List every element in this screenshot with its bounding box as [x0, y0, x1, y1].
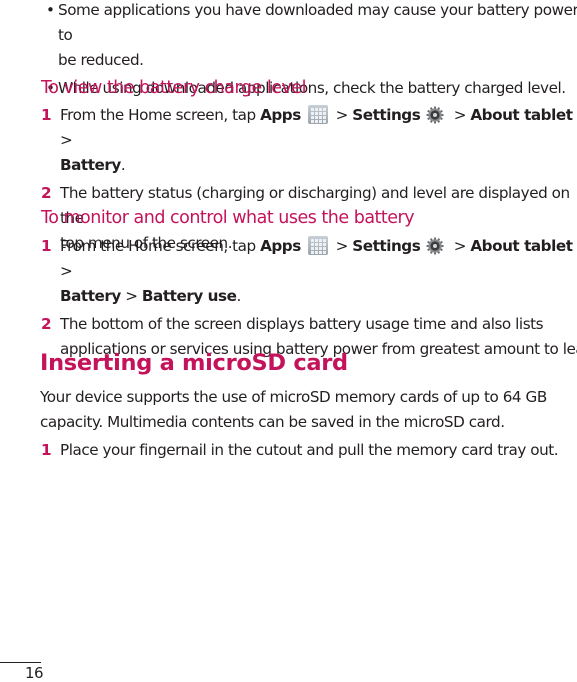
grid-dot [311, 107, 315, 111]
step-text: From the Home screen, tap Apps > Setting… [60, 236, 573, 280]
settings-gear-icon [426, 106, 444, 124]
apps-grid-icon [308, 236, 329, 255]
step-text: Battery. [60, 156, 126, 174]
step-number: 1 [41, 106, 52, 124]
grid-dot [323, 250, 327, 254]
apps-grid-icon [308, 105, 329, 124]
battery-label: Battery [60, 287, 121, 305]
gear-svg [426, 237, 444, 255]
subheading-view-battery: To view the battery charge level [41, 78, 306, 98]
grid-dot [319, 107, 323, 111]
page-number: 16 [25, 664, 44, 682]
grid-dot [319, 246, 323, 250]
grid-dot [311, 115, 315, 119]
grid-dot [315, 242, 319, 246]
gear-svg [426, 106, 444, 124]
battery-label: Battery [60, 156, 121, 174]
grid-dot [323, 119, 327, 123]
step-number: 1 [41, 237, 52, 255]
grid-dot [311, 119, 315, 123]
grid-dot [311, 111, 315, 115]
grid-dot [319, 115, 323, 119]
grid-dot [315, 238, 319, 242]
step-text: Place your fingernail in the cutout and … [60, 441, 559, 459]
grid-dot [323, 242, 327, 246]
step-text: From the Home screen, tap Apps > Setting… [60, 105, 573, 149]
grid-dot [315, 111, 319, 115]
grid-dot [323, 115, 327, 119]
steps-microsd: 1 Place your fingernail in the cutout an… [41, 438, 577, 466]
settings-label: Settings [352, 106, 421, 124]
footer-divider [0, 662, 41, 663]
steps-monitor-battery: 1 From the Home screen, tap Apps > Setti… [41, 234, 577, 365]
step-item: 1 From the Home screen, tap Apps > Setti… [41, 103, 577, 178]
step-number: 1 [41, 441, 52, 459]
grid-dot [311, 238, 315, 242]
grid-dot [315, 119, 319, 123]
grid-dot [319, 111, 323, 115]
grid-dot [323, 107, 327, 111]
grid-dot [311, 242, 315, 246]
heading-microsd: Inserting a microSD card [40, 350, 348, 376]
grid-dot [323, 238, 327, 242]
grid-dot [323, 111, 327, 115]
about-tablet-label: About tablet [470, 237, 573, 255]
apps-label: Apps [260, 237, 301, 255]
step-number: 2 [41, 315, 52, 333]
grid-dot [319, 242, 323, 246]
grid-dot [315, 107, 319, 111]
bullet-dot: • [46, 1, 55, 19]
grid-dot [315, 250, 319, 254]
step-number: 2 [41, 184, 52, 202]
manual-page: • Some applications you have downloaded … [0, 0, 577, 682]
grid-dot [315, 246, 319, 250]
bullet-text: be reduced. [58, 51, 144, 69]
grid-dot [319, 250, 323, 254]
bullet-item: • Some applications you have downloaded … [44, 0, 577, 73]
apps-label: Apps [260, 106, 301, 124]
step-text: Battery > Battery use. [60, 287, 241, 305]
grid-dot [319, 119, 323, 123]
grid-dot [315, 115, 319, 119]
battery-use-label: Battery use [141, 287, 237, 305]
about-tablet-label: About tablet [470, 106, 573, 124]
grid-dot [311, 246, 315, 250]
grid-dot [323, 246, 327, 250]
microsd-paragraph: Your device supports the use of microSD … [40, 388, 547, 431]
settings-label: Settings [352, 237, 421, 255]
bullet-text: Some applications you have downloaded ma… [58, 1, 577, 44]
grid-dot [319, 238, 323, 242]
subheading-monitor-battery: To monitor and control what uses the bat… [41, 208, 415, 228]
grid-dot [311, 250, 315, 254]
step-text: The bottom of the screen displays batter… [60, 315, 544, 333]
step-item: 1 Place your fingernail in the cutout an… [41, 438, 577, 463]
settings-gear-icon [426, 237, 444, 255]
step-item: 1 From the Home screen, tap Apps > Setti… [41, 234, 577, 309]
